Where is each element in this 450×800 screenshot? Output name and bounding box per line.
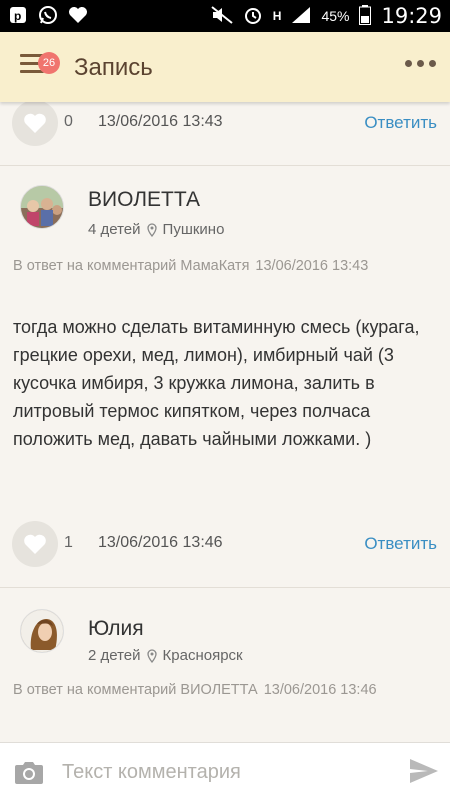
children-count: 2 детей [88, 647, 141, 664]
city: Пушкино [162, 221, 225, 238]
more-options-button[interactable] [405, 60, 436, 67]
svg-text:p: p [14, 9, 21, 23]
camera-button[interactable] [14, 759, 44, 785]
reply-button[interactable]: Ответить [364, 113, 437, 133]
whatsapp-icon [38, 5, 58, 25]
comment-input-bar [0, 742, 450, 800]
avatar[interactable] [20, 609, 64, 653]
mute-icon [211, 5, 233, 27]
app-header: 26 Запись [0, 32, 450, 102]
comment-item: Юлия 2 детей Красноярск В ответ на комме… [0, 588, 450, 742]
battery-icon [359, 4, 372, 28]
reply-to-text: В ответ на комментарий МамаКатя [13, 258, 250, 274]
page-title: Запись [74, 54, 153, 81]
send-button[interactable] [408, 757, 440, 787]
dot-icon [405, 60, 412, 67]
reply-to-info: В ответ на комментарий ВИОЛЕТТА 13/06/201… [13, 679, 433, 701]
location-pin-icon [146, 222, 157, 237]
comment-meta-row: 0 13/06/2016 13:43 Ответить [0, 102, 450, 148]
comment-input[interactable] [62, 753, 392, 791]
network-type: H [272, 9, 282, 23]
reply-to-text: В ответ на комментарий ВИОЛЕТТА [13, 682, 258, 698]
alarm-icon [243, 5, 263, 28]
author-name[interactable]: Юлия [88, 617, 144, 641]
heart-icon [68, 5, 88, 25]
author-info: 2 детей Красноярск [88, 647, 243, 664]
comment-meta-row: 1 13/06/2016 13:46 Ответить [0, 521, 450, 569]
comment-timestamp: 13/06/2016 13:46 [98, 534, 223, 551]
heart-icon [24, 534, 46, 554]
battery-percent: 45% [321, 8, 350, 24]
children-count: 4 детей [88, 221, 141, 238]
comments-list[interactable]: 0 13/06/2016 13:43 Ответить ВИОЛЕТТА 4 д… [0, 102, 450, 742]
signal-icon [291, 6, 311, 27]
send-icon [410, 759, 438, 783]
reply-to-info: В ответ на комментарий МамаКатя 13/06/201… [13, 255, 433, 277]
like-button[interactable] [12, 521, 58, 567]
like-count: 1 [64, 534, 73, 551]
city: Красноярск [162, 647, 243, 664]
status-bar: p H 45% 19:29 [0, 0, 450, 32]
p-app-icon: p [8, 5, 28, 25]
avatar[interactable] [20, 185, 64, 229]
like-count: 0 [64, 113, 73, 130]
reply-to-date: 13/06/2016 13:43 [255, 258, 369, 274]
heart-icon [24, 113, 46, 133]
clock: 19:29 [381, 4, 442, 28]
camera-icon [15, 762, 43, 784]
like-button[interactable] [12, 102, 58, 146]
comment-timestamp: 13/06/2016 13:43 [98, 113, 223, 130]
location-pin-icon [146, 648, 157, 663]
notification-badge: 26 [38, 52, 60, 74]
reply-to-date: 13/06/2016 13:46 [263, 682, 377, 698]
author-name[interactable]: ВИОЛЕТТА [88, 188, 200, 212]
comment-text: тогда можно сделать витаминную смесь (ку… [13, 317, 420, 449]
author-info: 4 детей Пушкино [88, 221, 224, 238]
reply-button[interactable]: Ответить [364, 534, 437, 554]
